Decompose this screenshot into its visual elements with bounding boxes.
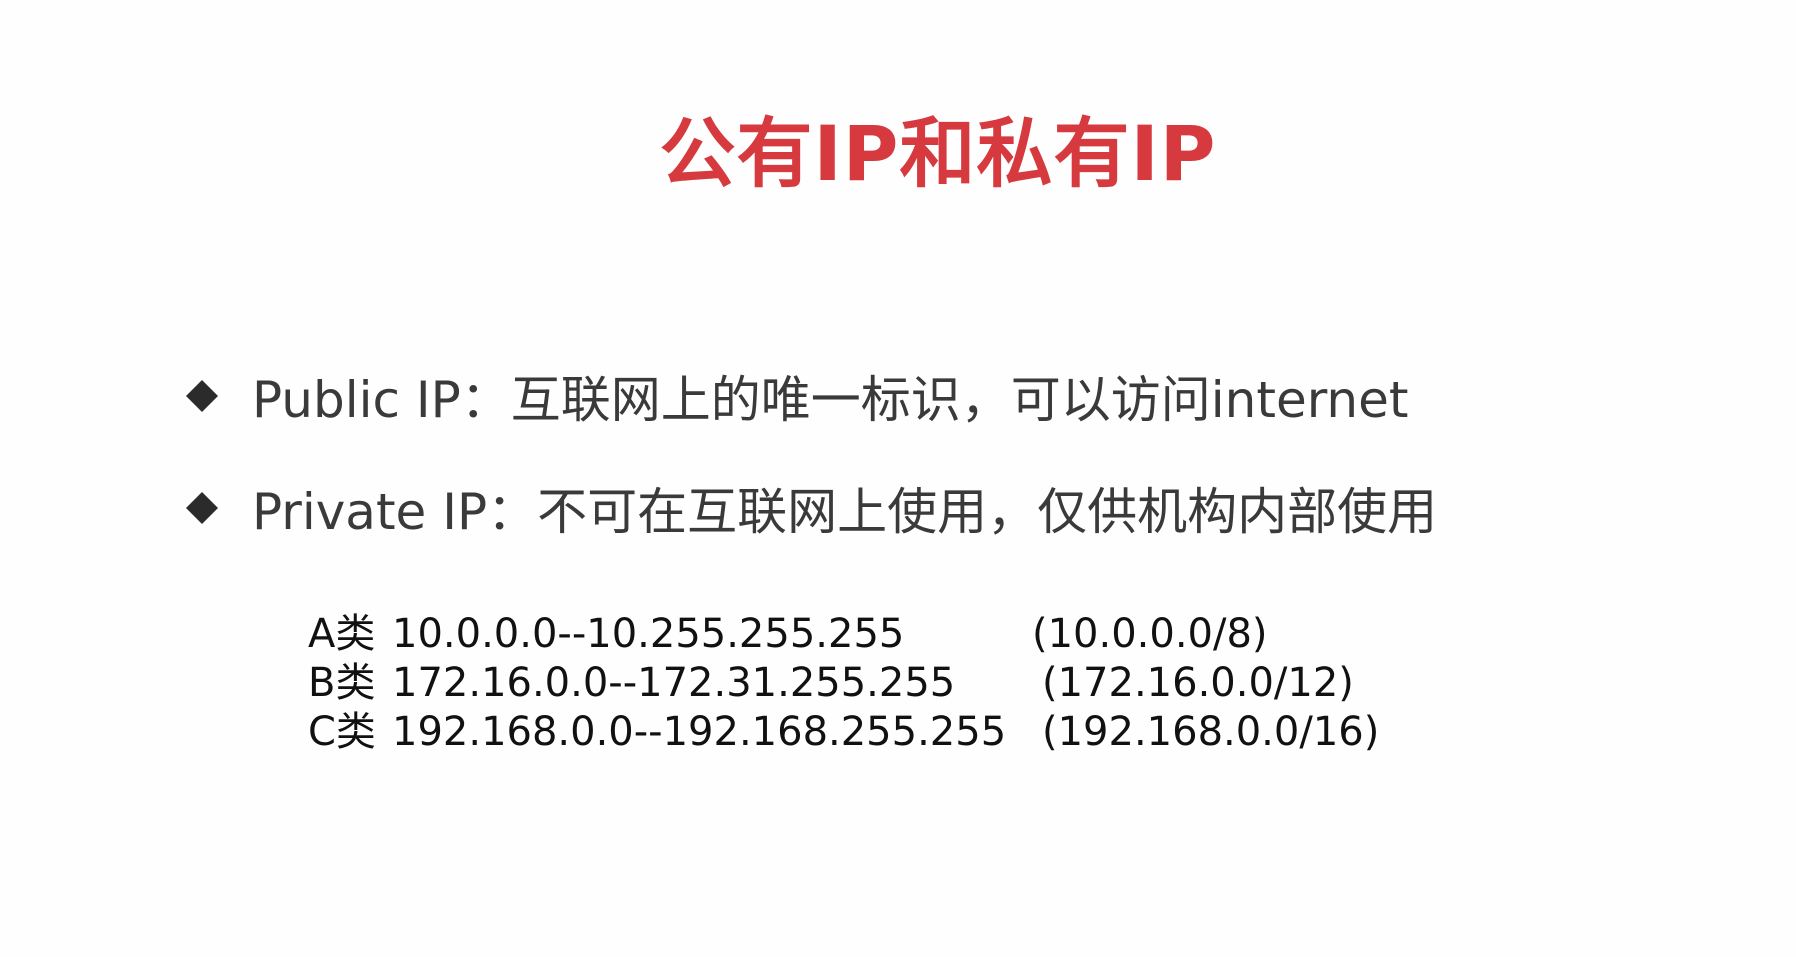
range-cidr: (10.0.0.0/8) xyxy=(1032,611,1268,657)
range-span: 10.0.0.0--10.255.255.255 xyxy=(392,611,905,657)
range-row-class-c: C类 192.168.0.0--192.168.255.255 (192.168… xyxy=(308,708,1379,757)
slide: 公有IP和私有IP Public IP：互联网上的唯一标识，可以访问intern… xyxy=(0,0,1796,957)
bullet-item-private-ip: Private IP：不可在互联网上使用，仅供机构内部使用 xyxy=(184,452,1437,564)
range-row-class-a: A类 10.0.0.0--10.255.255.255 (10.0.0.0/8) xyxy=(308,610,1379,659)
diamond-bullet-icon xyxy=(184,490,220,526)
range-class-label: B类 xyxy=(308,660,376,706)
bullet-list: Public IP：互联网上的唯一标识，可以访问internet Private… xyxy=(184,340,1437,564)
diamond-bullet-icon xyxy=(184,378,220,414)
range-class-label: C类 xyxy=(308,709,376,755)
bullet-text: Private IP：不可在互联网上使用，仅供机构内部使用 xyxy=(252,483,1438,541)
slide-title: 公有IP和私有IP xyxy=(659,109,1217,198)
range-cidr: (172.16.0.0/12) xyxy=(1042,660,1354,706)
bullet-item-public-ip: Public IP：互联网上的唯一标识，可以访问internet xyxy=(184,340,1437,452)
range-span: 192.168.0.0--192.168.255.255 xyxy=(392,709,1007,755)
range-span: 172.16.0.0--172.31.255.255 xyxy=(392,660,956,706)
range-class-label: A类 xyxy=(308,611,376,657)
range-row-class-b: B类 172.16.0.0--172.31.255.255 (172.16.0.… xyxy=(308,659,1379,708)
bullet-text: Public IP：互联网上的唯一标识，可以访问internet xyxy=(252,371,1409,429)
range-cidr: (192.168.0.0/16) xyxy=(1042,709,1380,755)
private-ip-range-list: A类 10.0.0.0--10.255.255.255 (10.0.0.0/8)… xyxy=(308,610,1379,757)
